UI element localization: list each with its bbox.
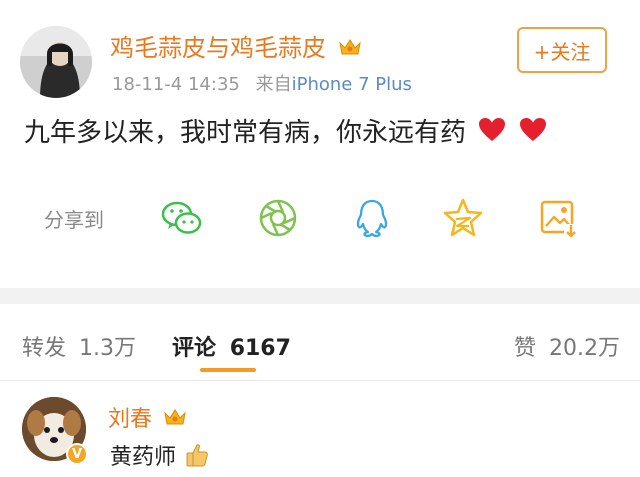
interaction-tabs: 转发 1.3万 评论 6167 赞 20.2万 <box>0 304 640 381</box>
post-meta: 18-11-4 14:35 来自iPhone 7 Plus <box>112 70 412 96</box>
tab-comments-count: 6167 <box>229 336 291 361</box>
follow-button[interactable]: +关注 <box>517 27 607 73</box>
post-content: 九年多以来，我时常有病，你永远有药 <box>24 112 547 150</box>
follow-button-label: +关注 <box>533 39 591 64</box>
section-divider <box>0 288 640 304</box>
save-image-icon[interactable] <box>536 196 580 240</box>
comment-text: 黄药师 <box>110 439 209 474</box>
author-name-text[interactable]: 鸡毛蒜皮与鸡毛蒜皮 <box>110 34 326 62</box>
vip-crown-icon <box>338 35 362 63</box>
vip-crown-icon <box>163 407 187 433</box>
tab-likes-label: 赞 <box>513 336 536 361</box>
share-label: 分享到 <box>44 208 104 232</box>
active-tab-indicator <box>200 368 256 372</box>
heart-emoji-icon <box>519 117 547 150</box>
weibo-post: 鸡毛蒜皮与鸡毛蒜皮 18-11-4 14:35 来自iPhone 7 Plus … <box>0 0 640 288</box>
tab-comments[interactable]: 评论 6167 <box>172 330 291 362</box>
qq-icon[interactable] <box>350 196 394 240</box>
tab-likes[interactable]: 赞 20.2万 <box>514 330 620 362</box>
post-text: 九年多以来，我时常有病，你永远有药 <box>24 118 467 148</box>
tab-comments-label: 评论 <box>172 336 217 361</box>
tab-likes-count: 20.2万 <box>549 336 620 361</box>
wechat-icon[interactable] <box>160 196 204 240</box>
tab-reposts[interactable]: 转发 1.3万 <box>22 330 136 362</box>
comment-item: V 刘春 黄药师 <box>0 381 640 477</box>
author-name[interactable]: 鸡毛蒜皮与鸡毛蒜皮 <box>110 28 362 63</box>
author-avatar[interactable] <box>20 26 92 98</box>
verified-badge-icon: V <box>66 443 88 465</box>
post-source[interactable]: iPhone 7 Plus <box>292 74 412 95</box>
moments-icon[interactable] <box>256 196 300 240</box>
commenter-name-text[interactable]: 刘春 <box>108 407 152 432</box>
post-timestamp: 18-11-4 14:35 <box>112 74 240 95</box>
thumbs-up-icon <box>185 442 209 474</box>
tab-reposts-count: 1.3万 <box>79 336 137 361</box>
post-source-prefix: 来自 <box>255 74 292 95</box>
comment-text-body: 黄药师 <box>110 445 177 470</box>
commenter-name[interactable]: 刘春 <box>108 401 187 433</box>
tab-reposts-label: 转发 <box>22 336 67 361</box>
heart-emoji-icon <box>478 117 506 150</box>
qzone-icon[interactable] <box>441 196 485 240</box>
